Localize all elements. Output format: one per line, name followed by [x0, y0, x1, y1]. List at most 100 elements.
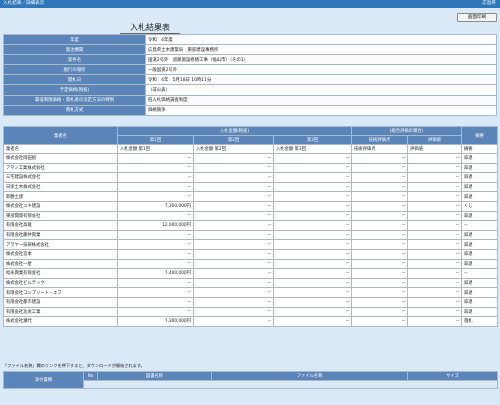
round3-header: 第3回 [272, 135, 353, 145]
round1-cell: -- [117, 258, 194, 270]
company-cell: 東部開発有限会社 [3, 210, 118, 222]
attachments-label: 添付書類 [3, 371, 84, 389]
round1-cell: -- [117, 191, 194, 202]
round1-cell: 7,300,000円 [117, 200, 194, 212]
subheader-cell: 業者名 [3, 144, 118, 154]
remark-cell: 辞退 [461, 248, 499, 260]
eval-value-cell: -- [407, 172, 463, 183]
company-cell: 株式会社ビルテック [3, 277, 118, 289]
round3-cell: -- [272, 172, 353, 183]
round2-cell: -- [193, 153, 274, 164]
table-row: 有限会社コンプリート・エフ -- -- -- -- -- 辞退 [3, 287, 499, 298]
tech-score-cell: -- [351, 248, 409, 260]
round1-cell: -- [117, 296, 194, 308]
attach-doc-name-header: 図書名称 [97, 371, 212, 381]
company-cell: 有限会社藤井興業 [3, 229, 118, 241]
table-row: 日栄土木株式会社 -- -- -- -- -- 辞退 [3, 181, 499, 193]
remark-cell: 辞退 [461, 172, 499, 183]
remark-cell: 辞退 [461, 258, 499, 270]
breadcrumb: 入札結果／詳細表示 [3, 1, 45, 6]
round2-cell: -- [193, 268, 274, 279]
tech-score-cell: -- [351, 306, 409, 318]
eval-value-cell: -- [407, 229, 463, 241]
round3-cell: -- [272, 268, 353, 279]
round3-cell: -- [272, 258, 353, 270]
tech-score-cell: -- [351, 296, 409, 308]
info-row: 開札日 令和 4年 5月18日 10時11分 [3, 74, 497, 86]
tech-score-cell: -- [351, 162, 409, 174]
info-value: 一般国道2号外 [145, 64, 497, 76]
round3-cell: -- [272, 162, 353, 174]
info-label: 年度 [3, 33, 146, 46]
info-row: 落札方式 価格競争 [3, 104, 497, 116]
info-value: 価格競争 [145, 104, 497, 116]
table-row: 株式会社ビルテック -- -- -- -- -- 辞退 [3, 277, 499, 289]
attachments-empty-row [83, 380, 498, 389]
info-value: 低入札価格調査制度 [145, 94, 497, 106]
table-row: 株式会社宮本 -- -- -- -- -- 辞退 [3, 248, 499, 260]
round1-cell: -- [117, 287, 194, 298]
company-cell: 株式会社ユキ建設 [3, 200, 118, 212]
company-cell: 株式会社瀬代 [3, 316, 118, 327]
subheader-cell: 評価値 [407, 144, 463, 154]
round2-cell: -- [193, 239, 274, 250]
round1-cell: -- [117, 306, 194, 318]
print-screen-button[interactable]: 画面印刷 [457, 13, 497, 22]
tech-score-cell: -- [351, 316, 409, 327]
table-row: アラヤ一技研株式会社 -- -- -- -- -- 辞退 [3, 239, 499, 250]
remark-cell: くじ [461, 200, 499, 212]
table-row: 有限会社都市建設 -- -- -- -- -- 辞退 [3, 296, 499, 308]
round2-cell: -- [193, 316, 274, 327]
eval-value-cell: -- [407, 316, 463, 327]
company-cell: 有限会社コンプリート・エフ [3, 287, 118, 298]
table-row: 東部開発有限会社 -- -- -- -- -- 辞退 [3, 210, 499, 222]
round2-cell: -- [193, 181, 274, 193]
table-row: 有限会社高雄 12,000,000円 -- -- -- -- -- [3, 220, 499, 231]
info-row: 最低制限価格・落札者の決定方法の特例 低入札価格調査制度 [3, 94, 497, 106]
round1-cell: -- [117, 210, 194, 222]
round2-cell: -- [193, 220, 274, 231]
tech-score-cell: -- [351, 239, 409, 250]
round1-cell: -- [117, 248, 194, 260]
round2-cell: -- [193, 277, 274, 289]
remark-cell: 辞退 [461, 296, 499, 308]
round3-cell: -- [272, 239, 353, 250]
round2-cell: -- [193, 248, 274, 260]
info-label: 開札日 [3, 74, 146, 86]
remark-cell: 辞退 [461, 277, 499, 289]
round2-cell: -- [193, 191, 274, 202]
remark-cell: 辞退 [461, 306, 499, 318]
company-cell: 株式会社宮本 [3, 248, 118, 260]
eval-value-cell: -- [407, 268, 463, 279]
eval-value-cell: -- [407, 181, 463, 193]
round1-cell: -- [117, 162, 194, 174]
tech-score-cell: -- [351, 191, 409, 202]
eval-value-cell: -- [407, 296, 463, 308]
remarks-header: 摘要 [461, 126, 499, 145]
round1-cell: -- [117, 229, 194, 241]
remark-cell: 辞退 [461, 162, 499, 174]
round2-cell: -- [193, 229, 274, 241]
eval-value-cell: -- [407, 210, 463, 222]
eval-value-cell: -- [407, 287, 463, 298]
round2-cell: -- [193, 162, 274, 174]
tech-score-cell: -- [351, 181, 409, 193]
remark-cell: 辞退 [461, 191, 499, 202]
bid-info-table: 年度 令和 4年度 発注機関 広島県土木建築局 東部建設事務所 案件名 国道2号外 道路施… [3, 33, 497, 116]
company-cell: 有限会社都市建設 [3, 296, 118, 308]
info-value: （非公表） [145, 84, 497, 96]
eval-value-cell: -- [407, 153, 463, 164]
info-row: 案件名 国道2号外 道路施設修繕工事（福山市）（その1） [3, 54, 497, 66]
attach-no-header: No [83, 371, 98, 381]
round1-cell: 7,300,000円 [117, 316, 194, 327]
eval-value-header: 評価値 [407, 135, 463, 145]
round1-header: 第1回 [117, 135, 194, 145]
eval-value-cell: -- [407, 162, 463, 174]
tech-score-cell: -- [351, 172, 409, 183]
round1-cell: -- [117, 172, 194, 183]
company-cell: 株式会社一星 [3, 258, 118, 270]
subheader-cell: 摘要 [461, 144, 499, 154]
round3-cell: -- [272, 220, 353, 231]
tech-score-cell: -- [351, 277, 409, 289]
info-value: 令和 4年 5月18日 10時11分 [145, 74, 497, 86]
